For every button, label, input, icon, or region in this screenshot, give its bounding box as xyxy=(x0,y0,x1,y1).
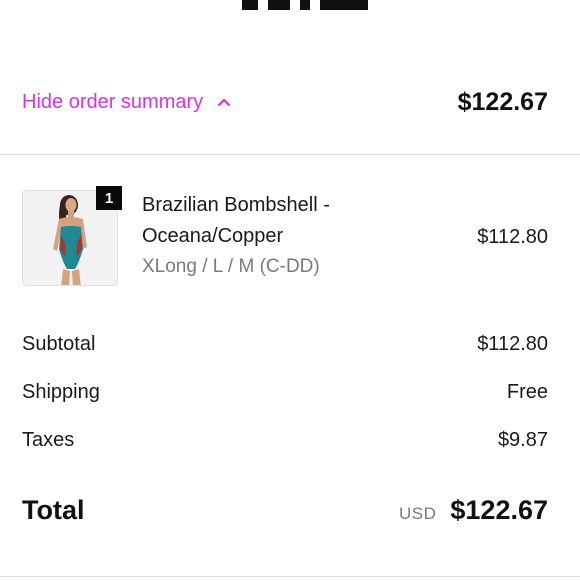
line-item: 1 Brazilian Bombshell - Oceana/Copper XL… xyxy=(22,186,548,288)
hide-order-summary-label: Hide order summary xyxy=(22,90,204,113)
total-label: Total xyxy=(22,494,85,525)
line-item-price: $112.80 xyxy=(477,226,548,248)
shipping-label: Shipping xyxy=(22,380,100,403)
total-amount-wrap: USD $122.67 xyxy=(399,495,548,526)
taxes-label: Taxes xyxy=(22,428,75,451)
shipping-row: Shipping Free xyxy=(22,377,548,407)
divider xyxy=(0,154,580,155)
product-thumbnail-wrap: 1 xyxy=(22,186,122,286)
subtotal-row: Subtotal $112.80 xyxy=(22,329,548,359)
currency-code: USD xyxy=(398,503,437,523)
total-row: Total USD $122.67 xyxy=(22,490,548,530)
divider xyxy=(0,576,580,577)
total-amount: $122.67 xyxy=(450,494,548,525)
store-logo xyxy=(240,0,370,10)
chevron-up-icon xyxy=(217,95,231,109)
product-name-line1: Brazilian Bombshell - xyxy=(142,194,330,216)
summary-total-amount: $122.67 xyxy=(457,87,548,116)
subtotal-label: Subtotal xyxy=(22,332,96,355)
shipping-value: Free xyxy=(506,380,548,403)
line-item-info: Brazilian Bombshell - Oceana/Copper XLon… xyxy=(142,190,382,282)
taxes-row: Taxes $9.87 xyxy=(22,425,548,455)
taxes-value: $9.87 xyxy=(497,428,548,451)
subtotal-value: $112.80 xyxy=(477,332,548,355)
order-summary-toggle-row: Hide order summary $122.67 xyxy=(22,80,548,124)
hide-order-summary-button[interactable]: Hide order summary xyxy=(22,91,231,114)
quantity-badge: 1 xyxy=(96,186,122,210)
product-name-line2: Oceana/Copper xyxy=(142,225,284,247)
product-variant: XLong / L / M (C-DD) xyxy=(142,256,320,277)
order-summary-page: Hide order summary $122.67 1 Brazilian B… xyxy=(0,0,580,580)
